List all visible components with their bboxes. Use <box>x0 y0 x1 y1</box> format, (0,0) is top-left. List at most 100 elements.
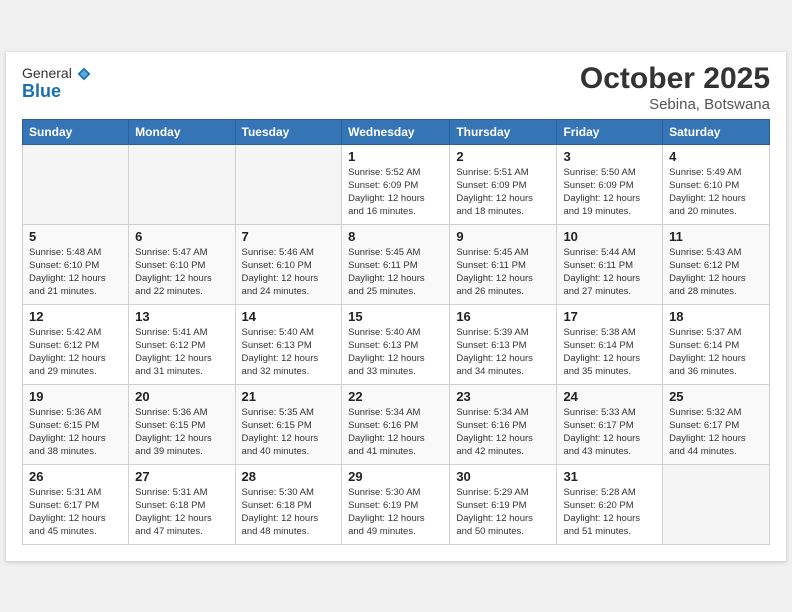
day-number: 1 <box>348 149 443 164</box>
day-info: Sunrise: 5:43 AM Sunset: 6:12 PM Dayligh… <box>669 246 763 299</box>
calendar-table: Sunday Monday Tuesday Wednesday Thursday… <box>22 119 770 545</box>
day-info: Sunrise: 5:41 AM Sunset: 6:12 PM Dayligh… <box>135 326 228 379</box>
day-cell: 16 Sunrise: 5:39 AM Sunset: 6:13 PM Dayli… <box>450 304 557 384</box>
day-number: 6 <box>135 229 228 244</box>
week-row-5: 26 Sunrise: 5:31 AM Sunset: 6:17 PM Dayli… <box>23 464 770 544</box>
header-monday: Monday <box>129 119 235 144</box>
header-tuesday: Tuesday <box>235 119 342 144</box>
day-info: Sunrise: 5:39 AM Sunset: 6:13 PM Dayligh… <box>456 326 550 379</box>
day-cell: 22 Sunrise: 5:34 AM Sunset: 6:16 PM Dayli… <box>342 384 450 464</box>
day-number: 3 <box>563 149 656 164</box>
day-cell: 5Sunrise: 5:48 AM Sunset: 6:10 PM Daylig… <box>23 224 129 304</box>
week-row-3: 12 Sunrise: 5:42 AM Sunset: 6:12 PM Dayli… <box>23 304 770 384</box>
day-cell: 8 Sunrise: 5:45 AM Sunset: 6:11 PM Daylig… <box>342 224 450 304</box>
day-cell: 15 Sunrise: 5:40 AM Sunset: 6:13 PM Dayli… <box>342 304 450 384</box>
day-cell: 17Sunrise: 5:38 AM Sunset: 6:14 PM Dayli… <box>557 304 663 384</box>
day-cell: 29 Sunrise: 5:30 AM Sunset: 6:19 PM Dayli… <box>342 464 450 544</box>
day-number: 20 <box>135 389 228 404</box>
header-friday: Friday <box>557 119 663 144</box>
day-number: 15 <box>348 309 443 324</box>
day-number: 27 <box>135 469 228 484</box>
day-number: 31 <box>563 469 656 484</box>
day-info: Sunrise: 5:45 AM Sunset: 6:11 PM Dayligh… <box>456 246 550 299</box>
day-info: Sunrise: 5:42 AM Sunset: 6:12 PM Dayligh… <box>29 326 122 379</box>
day-info: Sunrise: 5:52 AM Sunset: 6:09 PM Dayligh… <box>348 166 443 219</box>
day-info: Sunrise: 5:35 AM Sunset: 6:15 PM Dayligh… <box>242 406 336 459</box>
header-section: General Blue October 2025 Sebina, Botswa… <box>22 62 770 113</box>
day-info: Sunrise: 5:34 AM Sunset: 6:16 PM Dayligh… <box>348 406 443 459</box>
day-number: 11 <box>669 229 763 244</box>
day-cell <box>129 144 235 224</box>
day-info: Sunrise: 5:28 AM Sunset: 6:20 PM Dayligh… <box>563 486 656 539</box>
day-number: 19 <box>29 389 122 404</box>
logo-blue-text: Blue <box>22 82 102 100</box>
day-number: 8 <box>348 229 443 244</box>
day-cell: 10 Sunrise: 5:44 AM Sunset: 6:11 PM Dayli… <box>557 224 663 304</box>
day-info: Sunrise: 5:29 AM Sunset: 6:19 PM Dayligh… <box>456 486 550 539</box>
day-cell: 9 Sunrise: 5:45 AM Sunset: 6:11 PM Daylig… <box>450 224 557 304</box>
day-cell: 13 Sunrise: 5:41 AM Sunset: 6:12 PM Dayli… <box>129 304 235 384</box>
logo: General Blue <box>22 66 102 100</box>
day-info: Sunrise: 5:36 AM Sunset: 6:15 PM Dayligh… <box>29 406 122 459</box>
day-number: 9 <box>456 229 550 244</box>
day-number: 12 <box>29 309 122 324</box>
header-sunday: Sunday <box>23 119 129 144</box>
day-number: 10 <box>563 229 656 244</box>
day-info: Sunrise: 5:51 AM Sunset: 6:09 PM Dayligh… <box>456 166 550 219</box>
day-number: 16 <box>456 309 550 324</box>
day-number: 28 <box>242 469 336 484</box>
day-cell: 7Sunrise: 5:46 AM Sunset: 6:10 PM Daylig… <box>235 224 342 304</box>
day-cell: 31 Sunrise: 5:28 AM Sunset: 6:20 PM Dayli… <box>557 464 663 544</box>
day-info: Sunrise: 5:49 AM Sunset: 6:10 PM Dayligh… <box>669 166 763 219</box>
day-cell <box>663 464 770 544</box>
day-info: Sunrise: 5:45 AM Sunset: 6:11 PM Dayligh… <box>348 246 443 299</box>
day-info: Sunrise: 5:47 AM Sunset: 6:10 PM Dayligh… <box>135 246 228 299</box>
day-info: Sunrise: 5:40 AM Sunset: 6:13 PM Dayligh… <box>348 326 443 379</box>
location-title: Sebina, Botswana <box>580 96 770 113</box>
day-cell: 18Sunrise: 5:37 AM Sunset: 6:14 PM Dayli… <box>663 304 770 384</box>
day-cell: 26 Sunrise: 5:31 AM Sunset: 6:17 PM Dayli… <box>23 464 129 544</box>
week-row-1: 1 Sunrise: 5:52 AM Sunset: 6:09 PM Daylig… <box>23 144 770 224</box>
day-number: 21 <box>242 389 336 404</box>
day-info: Sunrise: 5:33 AM Sunset: 6:17 PM Dayligh… <box>563 406 656 459</box>
day-cell <box>23 144 129 224</box>
day-info: Sunrise: 5:40 AM Sunset: 6:13 PM Dayligh… <box>242 326 336 379</box>
day-cell <box>235 144 342 224</box>
day-cell: 19 Sunrise: 5:36 AM Sunset: 6:15 PM Dayli… <box>23 384 129 464</box>
day-number: 7 <box>242 229 336 244</box>
day-cell: 30 Sunrise: 5:29 AM Sunset: 6:19 PM Dayli… <box>450 464 557 544</box>
day-number: 25 <box>669 389 763 404</box>
day-cell: 21 Sunrise: 5:35 AM Sunset: 6:15 PM Dayli… <box>235 384 342 464</box>
day-number: 17 <box>563 309 656 324</box>
day-cell: 6 Sunrise: 5:47 AM Sunset: 6:10 PM Daylig… <box>129 224 235 304</box>
day-info: Sunrise: 5:50 AM Sunset: 6:09 PM Dayligh… <box>563 166 656 219</box>
day-number: 13 <box>135 309 228 324</box>
day-cell: 12 Sunrise: 5:42 AM Sunset: 6:12 PM Dayli… <box>23 304 129 384</box>
day-cell: 25 Sunrise: 5:32 AM Sunset: 6:17 PM Dayli… <box>663 384 770 464</box>
day-info: Sunrise: 5:32 AM Sunset: 6:17 PM Dayligh… <box>669 406 763 459</box>
day-cell: 1 Sunrise: 5:52 AM Sunset: 6:09 PM Daylig… <box>342 144 450 224</box>
day-info: Sunrise: 5:30 AM Sunset: 6:19 PM Dayligh… <box>348 486 443 539</box>
header-saturday: Saturday <box>663 119 770 144</box>
day-info: Sunrise: 5:34 AM Sunset: 6:16 PM Dayligh… <box>456 406 550 459</box>
day-number: 14 <box>242 309 336 324</box>
day-number: 22 <box>348 389 443 404</box>
month-title: October 2025 <box>580 62 770 96</box>
day-number: 18 <box>669 309 763 324</box>
day-number: 23 <box>456 389 550 404</box>
day-number: 2 <box>456 149 550 164</box>
day-cell: 27Sunrise: 5:31 AM Sunset: 6:18 PM Dayli… <box>129 464 235 544</box>
title-section: October 2025 Sebina, Botswana <box>580 62 770 113</box>
day-info: Sunrise: 5:44 AM Sunset: 6:11 PM Dayligh… <box>563 246 656 299</box>
day-number: 24 <box>563 389 656 404</box>
day-info: Sunrise: 5:31 AM Sunset: 6:17 PM Dayligh… <box>29 486 122 539</box>
day-number: 30 <box>456 469 550 484</box>
day-cell: 28Sunrise: 5:30 AM Sunset: 6:18 PM Dayli… <box>235 464 342 544</box>
day-number: 29 <box>348 469 443 484</box>
header-wednesday: Wednesday <box>342 119 450 144</box>
day-number: 26 <box>29 469 122 484</box>
day-cell: 2 Sunrise: 5:51 AM Sunset: 6:09 PM Daylig… <box>450 144 557 224</box>
day-cell: 11 Sunrise: 5:43 AM Sunset: 6:12 PM Dayli… <box>663 224 770 304</box>
day-cell: 23 Sunrise: 5:34 AM Sunset: 6:16 PM Dayli… <box>450 384 557 464</box>
day-info: Sunrise: 5:48 AM Sunset: 6:10 PM Dayligh… <box>29 246 122 299</box>
